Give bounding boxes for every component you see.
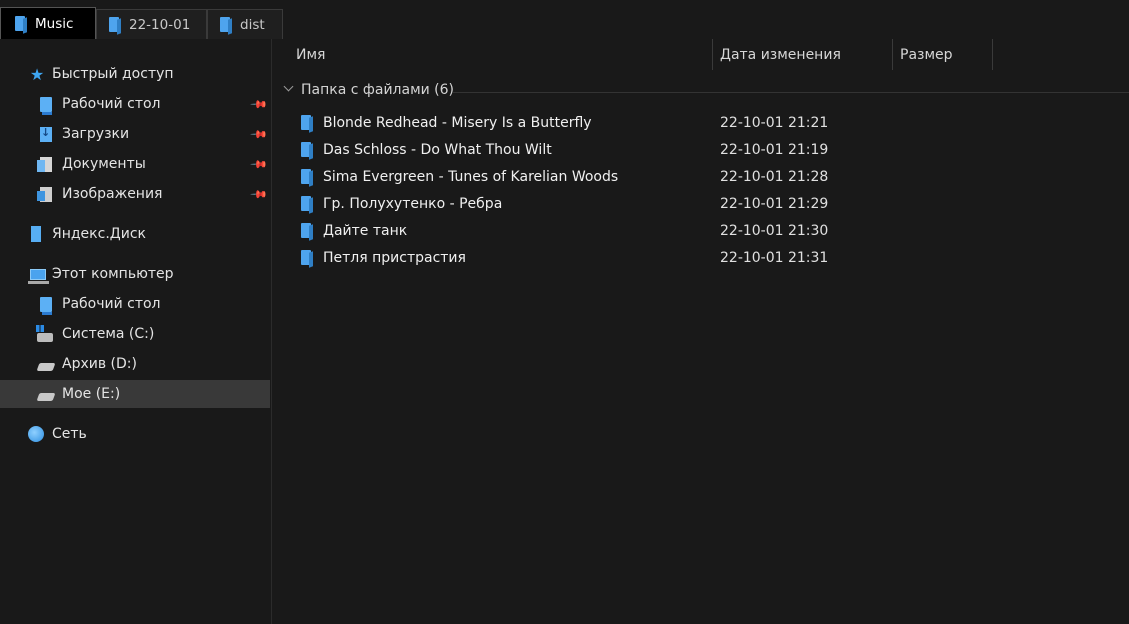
sidebar-item-pictures[interactable]: Изображения 📌: [0, 180, 270, 208]
pin-icon[interactable]: 📌: [249, 125, 268, 144]
list-item[interactable]: Гр. Полухутенко - Ребра 22-10-01 21:29: [273, 190, 1129, 217]
group-header[interactable]: Папка с файлами (6): [283, 82, 454, 98]
column-header-name[interactable]: Имя: [296, 39, 711, 71]
folder-icon: [301, 142, 311, 157]
sidebar-item-label: Яндекс.Диск: [52, 226, 146, 242]
chevron-down-icon[interactable]: [283, 83, 293, 93]
folder-icon: [220, 17, 230, 32]
column-divider[interactable]: [892, 39, 893, 70]
navigation-pane: ★ Быстрый доступ Рабочий стол 📌 Загрузки…: [0, 39, 272, 624]
folder-icon: [301, 223, 311, 238]
folder-icon: [15, 16, 25, 31]
sidebar-item-drive-c[interactable]: Система (C:): [0, 320, 270, 348]
pin-icon[interactable]: 📌: [249, 185, 268, 204]
sidebar-item-network[interactable]: Сеть: [0, 420, 270, 448]
desktop-folder-icon: [38, 296, 54, 315]
file-name: Гр. Полухутенко - Ребра: [323, 195, 503, 212]
file-name: Das Schloss - Do What Thou Wilt: [323, 141, 552, 158]
file-name: Дайте танк: [323, 222, 408, 239]
sidebar-item-this-pc[interactable]: Этот компьютер: [0, 260, 270, 288]
sidebar-item-downloads[interactable]: Загрузки 📌: [0, 120, 270, 148]
file-name: Sima Evergreen - Tunes of Karelian Woods: [323, 168, 619, 185]
group-divider: [453, 92, 1129, 93]
sidebar-item-desktop[interactable]: Рабочий стол 📌: [0, 90, 270, 118]
list-item[interactable]: Das Schloss - Do What Thou Wilt 22-10-01…: [273, 136, 1129, 163]
pictures-folder-icon: [37, 186, 54, 202]
file-date: 22-10-01 21:31: [720, 249, 829, 266]
sidebar-item-drive-d[interactable]: Архив (D:): [0, 350, 270, 378]
pin-icon[interactable]: 📌: [249, 155, 268, 174]
file-name: Blonde Redhead - Misery Is a Butterfly: [323, 114, 592, 131]
sidebar-item-label: Загрузки: [62, 126, 130, 142]
sidebar-item-label: Изображения: [62, 186, 163, 202]
sidebar-item-label: Рабочий стол: [62, 296, 161, 312]
tab-music[interactable]: Music: [0, 7, 96, 39]
sidebar-item-label: Сеть: [52, 426, 87, 442]
pin-icon[interactable]: 📌: [249, 95, 268, 114]
sidebar-item-yandex-disk[interactable]: Яндекс.Диск: [0, 220, 270, 248]
tab-dist[interactable]: dist: [207, 9, 283, 39]
sidebar-item-label: Система (C:): [62, 326, 155, 342]
list-item[interactable]: Sima Evergreen - Tunes of Karelian Woods…: [273, 163, 1129, 190]
folder-icon: [301, 196, 311, 211]
drive-icon: [36, 386, 56, 402]
column-header-date[interactable]: Дата изменения: [720, 39, 890, 71]
documents-folder-icon: [37, 156, 54, 172]
column-header-label: Имя: [296, 47, 326, 63]
tab-label: Music: [35, 15, 74, 32]
sidebar-item-label: Мое (E:): [62, 386, 121, 402]
sidebar-item-label: Архив (D:): [62, 356, 137, 372]
sidebar-item-drive-e[interactable]: Мое (E:): [0, 380, 270, 408]
file-date: 22-10-01 21:29: [720, 195, 829, 212]
file-date: 22-10-01 21:21: [720, 114, 829, 131]
sidebar-item-quick-access[interactable]: ★ Быстрый доступ: [0, 60, 270, 88]
tab-label: 22-10-01: [129, 16, 191, 33]
file-date: 22-10-01 21:30: [720, 222, 829, 239]
sidebar-item-label: Этот компьютер: [52, 266, 174, 282]
group-label: Папка с файлами (6): [301, 82, 455, 98]
network-icon: [28, 426, 44, 442]
folder-icon: [301, 115, 311, 130]
list-item[interactable]: Петля пристрастия 22-10-01 21:31: [273, 244, 1129, 271]
file-name: Петля пристрастия: [323, 249, 466, 266]
desktop-folder-icon: [38, 96, 54, 115]
list-item[interactable]: Blonde Redhead - Misery Is a Butterfly 2…: [273, 109, 1129, 136]
column-divider[interactable]: [712, 39, 713, 70]
yandex-disk-icon: [28, 226, 44, 242]
sidebar-item-pc-desktop[interactable]: Рабочий стол: [0, 290, 270, 318]
drive-icon: [36, 356, 56, 372]
list-item[interactable]: Дайте танк 22-10-01 21:30: [273, 217, 1129, 244]
folder-icon: [109, 17, 119, 32]
sidebar-item-label: Рабочий стол: [62, 96, 161, 112]
star-icon: ★: [29, 64, 45, 84]
system-drive-icon: [36, 324, 53, 342]
file-date: 22-10-01 21:19: [720, 141, 829, 158]
folder-icon: [301, 250, 311, 265]
file-list-pane: Имя Дата изменения Размер Папка с файлам…: [273, 39, 1129, 624]
column-header-label: Размер: [900, 47, 953, 63]
file-date: 22-10-01 21:28: [720, 168, 829, 185]
column-header-size[interactable]: Размер: [900, 39, 990, 71]
folder-icon: [301, 169, 311, 184]
sidebar-item-label: Документы: [62, 156, 146, 172]
column-header-label: Дата изменения: [720, 47, 841, 63]
tab-label: dist: [240, 16, 265, 33]
tab-22-10-01[interactable]: 22-10-01: [96, 9, 207, 39]
computer-icon: [28, 266, 49, 284]
tab-bar: Music 22-10-01 dist: [0, 0, 1129, 39]
sidebar-item-label: Быстрый доступ: [52, 66, 174, 82]
sidebar-item-documents[interactable]: Документы 📌: [0, 150, 270, 178]
downloads-folder-icon: [38, 126, 54, 142]
column-divider[interactable]: [992, 39, 993, 70]
